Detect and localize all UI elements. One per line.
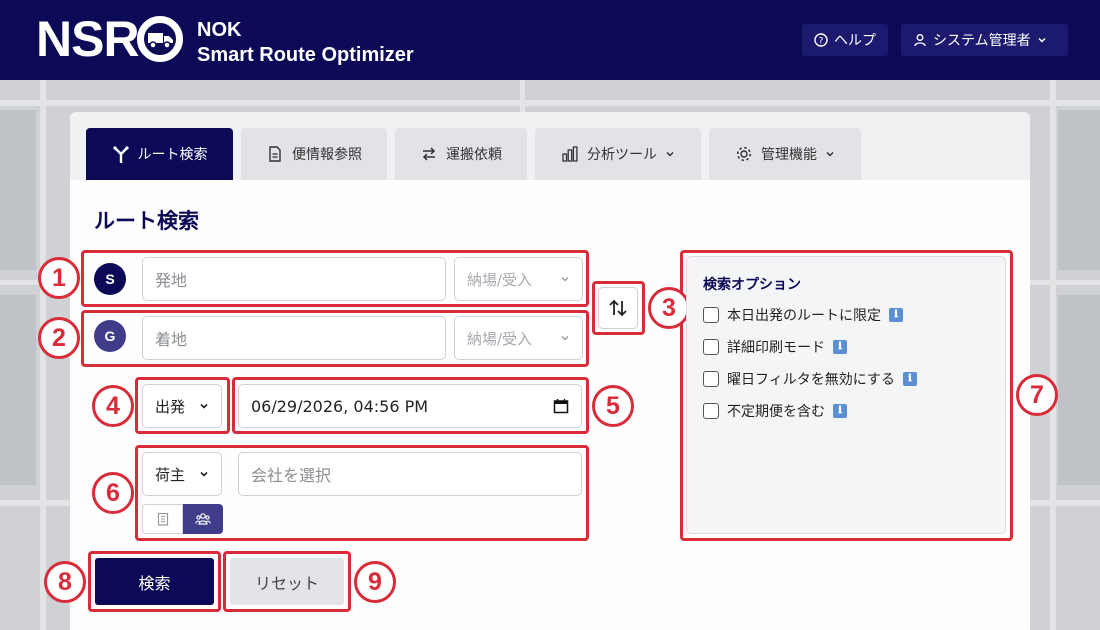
info-icon[interactable]: ℹ (902, 372, 917, 386)
destination-placeholder: 着地 (155, 330, 188, 349)
info-icon[interactable]: ℹ (833, 404, 847, 418)
annotation-number-2: 2 (38, 317, 80, 359)
route-icon (112, 146, 129, 163)
product-name: Smart Route Optimizer (197, 44, 414, 66)
tab-route-search[interactable]: ルート検索 (86, 128, 233, 180)
option-label: 詳細印刷モード (727, 340, 825, 356)
app-title: NOK Smart Route Optimizer (197, 18, 414, 68)
company-name: NOK (197, 19, 242, 41)
toggle-group-mode[interactable] (183, 504, 223, 534)
option-label: 不定期便を含む (727, 404, 825, 420)
destination-type-value: 納場/受入 (467, 329, 533, 348)
people-icon (195, 513, 211, 525)
swap-vertical-icon (609, 299, 627, 317)
search-options-title: 検索オプション (703, 277, 801, 293)
destination-input[interactable]: 着地 (142, 316, 446, 360)
info-icon[interactable]: ℹ (889, 308, 903, 322)
company-placeholder: 会社を選択 (251, 466, 332, 485)
tab-label: 分析ツール (587, 147, 657, 163)
annotation-number-4: 4 (92, 385, 134, 427)
checkbox[interactable] (703, 307, 719, 323)
company-role-value: 荷主 (155, 465, 186, 484)
toggle-building-mode[interactable] (142, 504, 183, 534)
truck-icon (148, 33, 173, 49)
calendar-icon[interactable] (553, 398, 569, 414)
chevron-down-icon (826, 151, 834, 157)
annotation-number-3: 3 (648, 287, 690, 329)
tab-admin[interactable]: 管理機能 (709, 128, 861, 180)
chevron-down-icon (666, 151, 674, 157)
swap-arrows-icon (422, 147, 436, 161)
time-mode-select[interactable]: 出発 (142, 384, 222, 428)
checkbox[interactable] (703, 339, 719, 355)
option-include-irregular[interactable]: 不定期便を含む ℹ (703, 402, 847, 420)
chevron-down-icon (1038, 37, 1046, 43)
help-label: ヘルプ (834, 33, 876, 49)
company-input[interactable]: 会社を選択 (238, 452, 582, 496)
search-button[interactable]: 検索 (95, 558, 214, 605)
datetime-value: 06/29/2026, 04:56 PM (251, 396, 429, 416)
destination-type-select[interactable]: 納場/受入 (454, 316, 583, 360)
user-icon (914, 34, 926, 47)
tab-label: 管理機能 (761, 147, 817, 163)
swap-origin-destination-button[interactable] (598, 287, 638, 329)
help-button[interactable]: ? ヘルプ (802, 24, 888, 56)
gear-icon (736, 146, 752, 162)
option-label: 曜日フィルタを無効にする (727, 372, 895, 388)
option-label: 本日出発のルートに限定 (727, 308, 881, 324)
tab-label: 運搬依頼 (446, 147, 502, 163)
user-label: システム管理者 (933, 33, 1031, 49)
chevron-down-icon (200, 403, 208, 409)
building-icon (157, 512, 168, 526)
help-circle-icon: ? (814, 33, 828, 47)
option-disable-weekday-filter[interactable]: 曜日フィルタを無効にする ℹ (703, 370, 917, 388)
annotation-number-8: 8 (44, 561, 86, 603)
company-role-select[interactable]: 荷主 (142, 452, 222, 496)
app-header: NSR NOK Smart Route Optimizer ? ヘルプ システム… (0, 0, 1100, 80)
tab-transport-request[interactable]: 運搬依頼 (395, 128, 527, 180)
nsro-logo[interactable]: NSR (36, 11, 183, 67)
chevron-down-icon (561, 276, 569, 282)
reset-button[interactable]: リセット (230, 558, 344, 605)
annotation-number-7: 7 (1016, 374, 1058, 416)
user-menu-button[interactable]: システム管理者 (901, 24, 1068, 56)
page-title: ルート検索 (94, 209, 199, 233)
option-today-only[interactable]: 本日出発のルートに限定 ℹ (703, 306, 903, 324)
origin-type-value: 納場/受入 (467, 270, 533, 289)
origin-placeholder: 発地 (155, 271, 188, 290)
datetime-input[interactable]: 06/29/2026, 04:56 PM (238, 384, 582, 428)
info-icon[interactable]: ℹ (833, 340, 847, 354)
origin-input[interactable]: 発地 (142, 257, 446, 301)
document-icon (269, 146, 281, 162)
origin-type-select[interactable]: 納場/受入 (454, 257, 583, 301)
search-options-panel (686, 256, 1006, 534)
time-mode-value: 出発 (155, 397, 186, 416)
logo-text: NSR (36, 11, 140, 67)
option-detailed-print[interactable]: 詳細印刷モード ℹ (703, 338, 847, 356)
goal-badge: G (94, 320, 126, 352)
bar-chart-icon (562, 146, 578, 162)
start-badge: S (94, 263, 126, 295)
svg-text:?: ? (819, 37, 824, 47)
checkbox[interactable] (703, 403, 719, 419)
annotation-number-5: 5 (592, 385, 634, 427)
chevron-down-icon (200, 471, 208, 477)
tab-analysis-tools[interactable]: 分析ツール (535, 128, 701, 180)
checkbox[interactable] (703, 371, 719, 387)
annotation-number-6: 6 (92, 472, 134, 514)
tab-label: 便情報参照 (292, 147, 362, 163)
tab-label: ルート検索 (137, 147, 208, 163)
annotation-number-9: 9 (354, 561, 396, 603)
annotation-number-1: 1 (38, 257, 80, 299)
chevron-down-icon (561, 335, 569, 341)
tab-flight-info[interactable]: 便情報参照 (241, 128, 387, 180)
